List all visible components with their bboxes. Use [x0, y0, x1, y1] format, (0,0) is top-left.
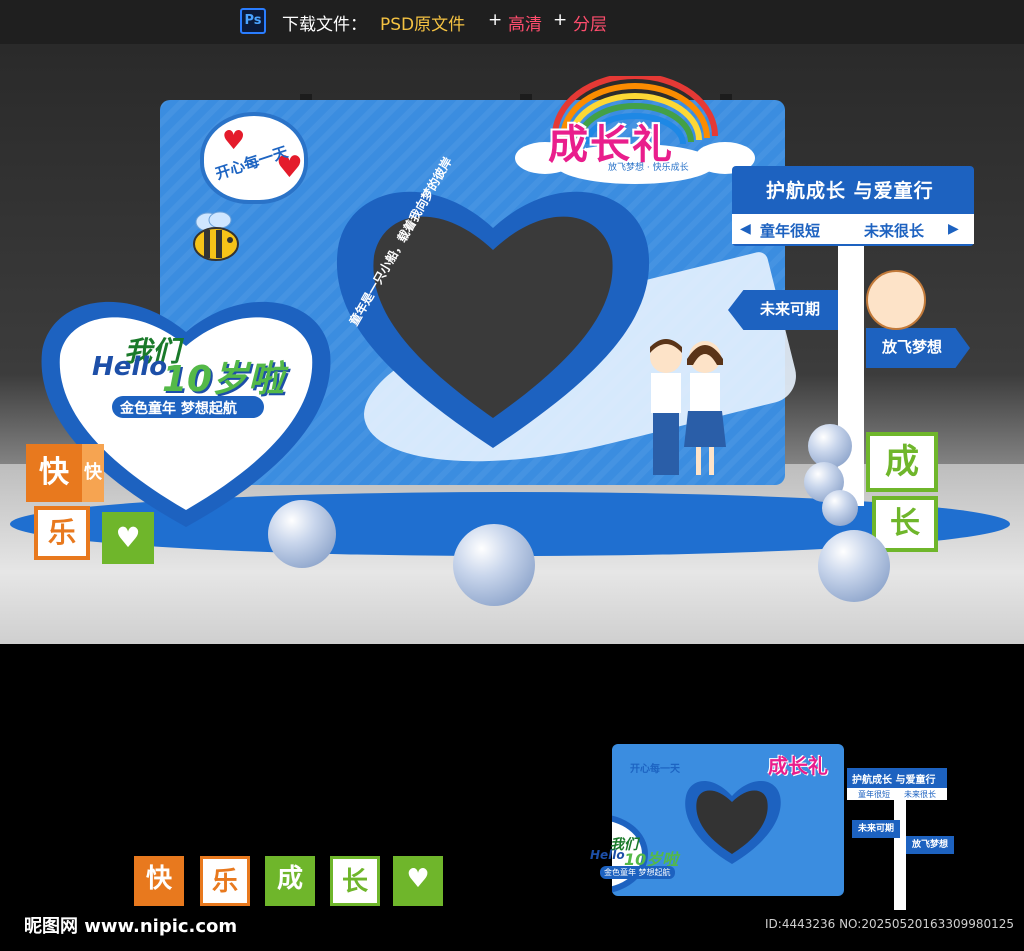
- plus-sign: +: [488, 10, 503, 30]
- bottom-cube-kuai: 快: [134, 856, 184, 906]
- decor-ball: [268, 500, 336, 568]
- hd-label: 高清: [508, 15, 542, 35]
- site-watermark: 昵图网 www.nipic.com: [24, 916, 238, 937]
- cartoon-girl-face: [866, 270, 926, 330]
- sign-title: 护航成长 与爱童行: [766, 180, 934, 202]
- thumb-slogan: 金色童年 梦想起航: [600, 866, 675, 879]
- arrow-left-icon: ◀: [740, 221, 751, 237]
- decor-ball: [818, 530, 890, 602]
- thumb-sign-left: 童年很短: [858, 790, 890, 799]
- plus-sign: +: [553, 10, 568, 30]
- thumb-arrow-right: 放飞梦想: [906, 836, 954, 854]
- signpost-pole: [838, 246, 864, 506]
- decor-ball: [822, 490, 858, 526]
- download-bar: Ps 下载文件： PSD原文件 + 高清 + 分层: [0, 0, 1024, 44]
- cube-le: 乐: [34, 506, 90, 560]
- cartoon-boy: [650, 339, 682, 475]
- arrow-sign-left-text: 未来可期: [760, 300, 821, 318]
- sign-right-text: 未来很长: [864, 222, 925, 240]
- layers-label: 分层: [573, 15, 607, 35]
- decor-ball: [808, 424, 852, 468]
- thumb-speech-text: 开心每一天: [630, 764, 680, 775]
- bee-icon: [193, 211, 239, 261]
- thumb-logo-title: 成长礼: [768, 754, 828, 778]
- cartoon-girl: [684, 341, 726, 475]
- heart-icon: ♥: [222, 126, 246, 156]
- decor-ball: [453, 524, 535, 606]
- psd-file-label: PSD原文件: [380, 15, 466, 35]
- photoshop-icon: Ps: [240, 8, 266, 34]
- image-id-text: ID:4443236 NO:20250520163309980125: [765, 917, 1015, 931]
- cube-kuai-side: 快: [82, 444, 104, 502]
- age-text: 10岁啦: [162, 359, 285, 400]
- sign-left-text: 童年很短: [760, 222, 821, 240]
- heart-photo-frame: [336, 191, 650, 449]
- bottom-cube-zhang: 长: [330, 856, 380, 906]
- thumb-sign-title: 护航成长 与爱童行: [852, 775, 936, 786]
- bottom-cube-cheng: 成: [265, 856, 315, 906]
- download-label: 下载文件：: [282, 15, 367, 35]
- heart-icon: ♥: [102, 512, 154, 564]
- arrow-right-icon: ▶: [948, 221, 959, 237]
- thumb-arrow-left: 未来可期: [852, 820, 900, 838]
- slogan-text: 金色童年 梦想起航: [120, 401, 237, 417]
- cube-kuai: 快: [26, 444, 82, 502]
- thumb-sign-right: 未来很长: [904, 790, 936, 799]
- arrow-sign-right-text: 放飞梦想: [882, 338, 943, 356]
- logo-subtitle: 放飞梦想 · 快乐成长: [608, 163, 689, 173]
- thumb-hello-text: Hello: [590, 848, 625, 862]
- cube-cheng: 成: [866, 432, 938, 492]
- heart-icon: ♥: [393, 856, 443, 906]
- bottom-cube-le: 乐: [200, 856, 250, 906]
- hello-text: Hello: [92, 352, 168, 382]
